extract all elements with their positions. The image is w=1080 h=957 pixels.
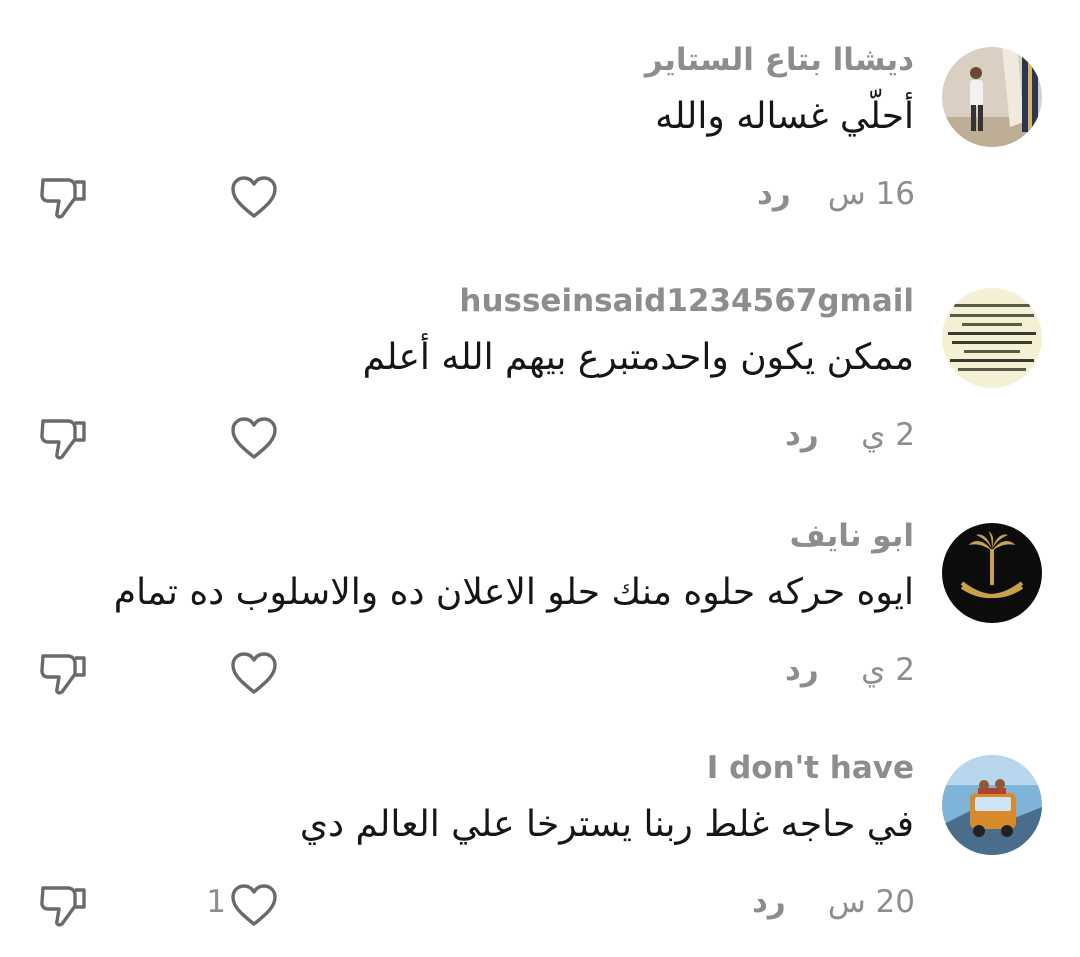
avatar[interactable] bbox=[942, 755, 1042, 855]
comment-time: 2 ي bbox=[861, 417, 915, 453]
comment-time: 2 ي bbox=[861, 652, 915, 688]
thumbs-down-icon[interactable] bbox=[38, 648, 88, 698]
heart-icon[interactable] bbox=[230, 174, 278, 220]
reply-button[interactable]: رد bbox=[757, 176, 791, 212]
comment-author[interactable]: ديشاا بتاع الستاير bbox=[645, 42, 914, 78]
comment-item: husseinsaid1234567gmail ممكن يكون واحدمت… bbox=[0, 241, 1080, 473]
comment-item: ديشاا بتاع الستاير أحلّي غساله والله 16 … bbox=[0, 0, 1080, 232]
comment-text: ممكن يكون واحدمتبرع بيهم الله أعلم bbox=[362, 337, 914, 378]
thumbs-down-icon[interactable] bbox=[38, 413, 88, 463]
reply-button[interactable]: رد bbox=[752, 884, 786, 920]
avatar[interactable] bbox=[942, 288, 1042, 388]
comment-text: في حاجه غلط ربنا يسترخا علي العالم دي bbox=[299, 804, 914, 845]
heart-icon[interactable] bbox=[230, 415, 278, 461]
avatar[interactable] bbox=[942, 523, 1042, 623]
like-count: 1 bbox=[206, 884, 226, 920]
thumbs-down-icon[interactable] bbox=[38, 172, 88, 222]
reply-button[interactable]: رد bbox=[785, 417, 819, 453]
comment-text: ايوه حركه حلوه منك حلو الاعلان ده والاسل… bbox=[113, 572, 914, 613]
comment-text: أحلّي غساله والله bbox=[655, 96, 914, 137]
heart-icon[interactable] bbox=[230, 882, 278, 928]
comment-author[interactable]: husseinsaid1234567gmail bbox=[459, 283, 914, 319]
thumbs-down-icon[interactable] bbox=[38, 880, 88, 930]
comment-author[interactable]: I don't have bbox=[707, 750, 914, 786]
comment-item: I don't have في حاجه غلط ربنا يسترخا علي… bbox=[0, 708, 1080, 940]
reply-button[interactable]: رد bbox=[785, 652, 819, 688]
comment-item: ابو نايف ايوه حركه حلوه منك حلو الاعلان … bbox=[0, 476, 1080, 708]
heart-icon[interactable] bbox=[230, 650, 278, 696]
comment-time: 16 س bbox=[827, 176, 915, 212]
comment-time: 20 س bbox=[827, 884, 915, 920]
avatar[interactable] bbox=[942, 47, 1042, 147]
comment-author[interactable]: ابو نايف bbox=[790, 518, 914, 554]
